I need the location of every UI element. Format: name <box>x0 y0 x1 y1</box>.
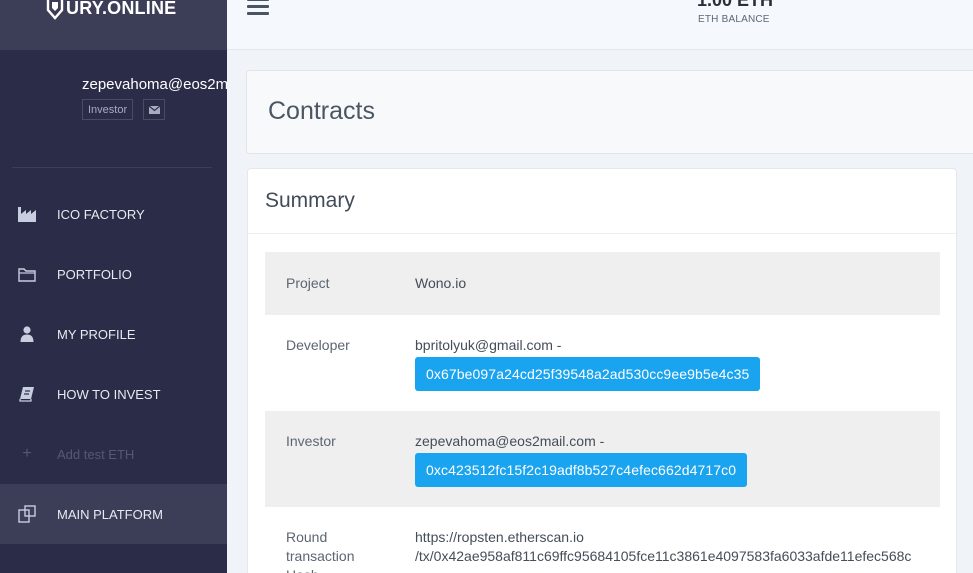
sidebar-item-label: HOW TO INVEST <box>57 386 161 402</box>
sidebar-item-label: Add test ETH <box>57 446 135 462</box>
row-label: Investor <box>286 433 336 449</box>
round-tx-line1: https://ropsten.etherscan.io <box>415 529 584 545</box>
mail-icon[interactable] <box>143 99 166 120</box>
page-title: Contracts <box>268 97 375 125</box>
logo-bar: URY.ONLINE <box>0 0 227 50</box>
sidebar-item-ico-factory[interactable]: ICO FACTORY <box>0 184 227 244</box>
folder-icon <box>17 264 37 284</box>
plus-icon: + <box>22 445 32 462</box>
sidebar-item-add-test-eth[interactable]: + Add test ETH <box>0 424 227 484</box>
summary-divider <box>248 233 956 234</box>
eth-balance-label: ETH BALANCE <box>698 14 770 25</box>
row-developer: Developer bpritolyuk@gmail.com - 0x67be0… <box>265 315 940 411</box>
user-icon <box>17 324 37 344</box>
factory-icon <box>17 204 37 224</box>
summary-title: Summary <box>265 189 355 212</box>
investor-email: zepevahoma@eos2mail.com - <box>415 433 605 449</box>
sidebar-item-label: MY PROFILE <box>57 326 136 342</box>
project-value: Wono.io <box>415 275 467 291</box>
sidebar-item-label: PORTFOLIO <box>57 266 132 282</box>
sidebar-item-my-profile[interactable]: MY PROFILE <box>0 304 227 364</box>
row-label: Project <box>286 275 330 291</box>
sidebar-item-label: MAIN PLATFORM <box>57 506 163 522</box>
row-round-transaction: Round transaction Hash https://ropsten.e… <box>265 507 940 573</box>
logo[interactable]: URY.ONLINE <box>46 0 176 20</box>
menu-toggle-icon[interactable] <box>247 0 269 16</box>
row-label: Round transaction Hash <box>286 529 355 573</box>
row-label: Developer <box>286 337 350 353</box>
book-icon <box>17 384 37 404</box>
sidebar-item-how-to-invest[interactable]: HOW TO INVEST <box>0 364 227 424</box>
page-header-card: Contracts <box>246 70 973 154</box>
role-badge: Investor <box>82 99 134 120</box>
investor-value: zepevahoma@eos2mail.com - 0xc423512fc15f… <box>415 432 748 487</box>
sidebar-divider <box>12 167 212 168</box>
developer-address-button[interactable]: 0x67be097a24cd25f39548a2ad530cc9ee9b5e4c… <box>415 357 761 391</box>
row-project: Project Wono.io <box>265 252 940 315</box>
platform-icon <box>17 504 37 524</box>
sidebar-item-portfolio[interactable]: PORTFOLIO <box>0 244 227 304</box>
developer-email: bpritolyuk@gmail.com - <box>415 337 562 353</box>
user-badges: Investor <box>82 99 166 120</box>
logo-text: URY.ONLINE <box>66 0 177 18</box>
sidebar-item-main-platform[interactable]: MAIN PLATFORM <box>0 484 227 544</box>
row-investor: Investor zepevahoma@eos2mail.com - 0xc42… <box>265 411 940 507</box>
round-tx-link[interactable]: https://ropsten.etherscan.io /tx/0x42ae9… <box>415 528 911 566</box>
round-tx-line2: /tx/0x42ae958af811c69ffc95684105fce11c38… <box>415 548 912 564</box>
user-name: zepevahoma@eos2mail.com <box>82 76 227 93</box>
summary-card: Summary Project Wono.io Developer bprito… <box>247 168 957 573</box>
top-header: 1.00 ETH ETH BALANCE <box>227 0 973 50</box>
sidebar-item-label: ICO FACTORY <box>57 206 145 222</box>
sidebar: URY.ONLINE zepevahoma@eos2mail.com Inves… <box>0 0 227 573</box>
eth-balance-amount: 1.00 ETH <box>697 0 774 10</box>
investor-address-button[interactable]: 0xc423512fc15f2c19adf8b527c4efec662d4717… <box>415 453 748 487</box>
developer-value: bpritolyuk@gmail.com - 0x67be097a24cd25f… <box>415 336 761 391</box>
shield-logo-icon <box>46 0 64 20</box>
